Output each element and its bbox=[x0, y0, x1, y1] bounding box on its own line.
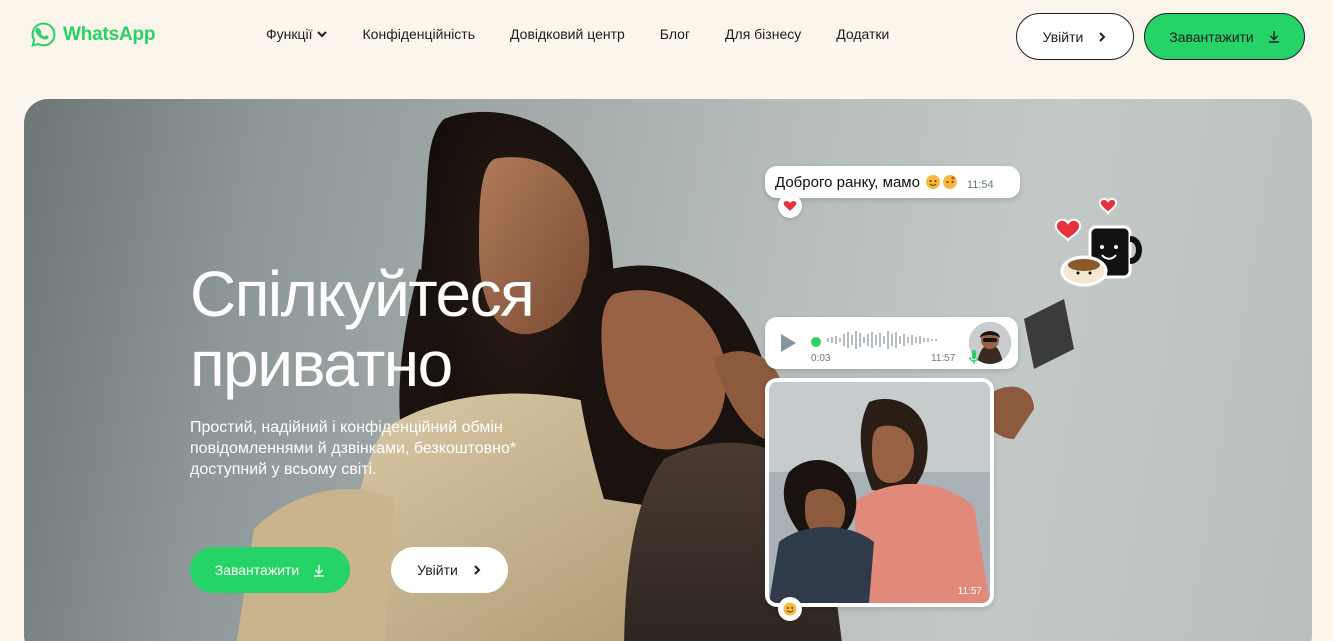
header-login-button[interactable]: Увійти bbox=[1016, 13, 1134, 60]
nav-item-features[interactable]: Функції bbox=[266, 26, 328, 42]
hero-banner: Спілкуйтеся приватно Простий, надійний і… bbox=[24, 99, 1312, 641]
voice-message-bubble: 0:03 11:57 bbox=[765, 317, 1018, 369]
nav-label: Для бізнесу bbox=[725, 26, 802, 42]
microphone-icon bbox=[969, 350, 979, 364]
emoji-reaction bbox=[778, 597, 802, 621]
nav-item-help-center[interactable]: Довідковий центр bbox=[510, 26, 625, 42]
nav-item-apps[interactable]: Додатки bbox=[836, 26, 889, 42]
hero-title: Спілкуйтеся приватно bbox=[190, 258, 535, 400]
photo-message-bubble[interactable]: 11:57 bbox=[765, 378, 994, 607]
voice-elapsed: 0:03 bbox=[811, 353, 831, 364]
play-icon[interactable] bbox=[779, 333, 797, 353]
whatsapp-logo[interactable]: WhatsApp bbox=[30, 21, 156, 48]
whatsapp-logo-icon bbox=[31, 22, 56, 47]
main-nav: Функції Конфіденційність Довідковий цент… bbox=[266, 26, 889, 42]
button-label: Увійти bbox=[1042, 28, 1084, 45]
download-icon bbox=[1268, 31, 1279, 43]
download-icon bbox=[314, 564, 325, 577]
emoji-icon bbox=[925, 174, 959, 190]
message-text: Доброго ранку, мамо bbox=[775, 173, 920, 191]
shared-photo: 11:57 bbox=[769, 382, 990, 603]
playback-position[interactable] bbox=[811, 337, 821, 347]
hero-title-line2: приватно bbox=[190, 328, 453, 400]
smile-emoji-icon bbox=[783, 602, 797, 616]
nav-label: Функції bbox=[266, 26, 313, 42]
chat-message-bubble: Доброго ранку, мамо 11:54 bbox=[765, 166, 1020, 198]
nav-item-privacy[interactable]: Конфіденційність bbox=[363, 26, 476, 42]
header-download-button[interactable]: Завантажити bbox=[1144, 13, 1305, 60]
nav-label: Додатки bbox=[836, 26, 890, 42]
button-label: Завантажити bbox=[214, 562, 300, 578]
nav-label: Блог bbox=[659, 26, 691, 42]
button-label: Увійти bbox=[417, 562, 458, 578]
message-time: 11:54 bbox=[966, 178, 994, 191]
photo-time: 11:57 bbox=[957, 586, 982, 597]
hero-title-line1: Спілкуйтеся bbox=[190, 258, 535, 330]
nav-label: Довідковий центр bbox=[510, 26, 625, 42]
voice-time: 11:57 bbox=[931, 353, 956, 364]
logo-text: WhatsApp bbox=[63, 23, 156, 45]
chevron-right-icon bbox=[474, 565, 481, 575]
site-header: WhatsApp Функції Конфіденційність Довідк… bbox=[0, 0, 1333, 72]
heart-icon bbox=[783, 201, 797, 211]
hero-login-button[interactable]: Увійти bbox=[391, 547, 508, 593]
nav-item-business[interactable]: Для бізнесу bbox=[725, 26, 801, 42]
heart-reaction bbox=[778, 194, 802, 218]
button-label: Завантажити bbox=[1169, 28, 1254, 45]
waveform bbox=[827, 331, 937, 349]
hero-download-button[interactable]: Завантажити bbox=[190, 547, 350, 593]
nav-label: Конфіденційність bbox=[362, 26, 476, 42]
nav-item-blog[interactable]: Блог bbox=[660, 26, 690, 42]
chevron-right-icon bbox=[1099, 31, 1106, 42]
hero-subtitle: Простий, надійний і конфіденційний обмін… bbox=[190, 419, 517, 478]
coffee-sticker bbox=[1054, 197, 1142, 287]
chevron-down-icon bbox=[316, 31, 327, 38]
